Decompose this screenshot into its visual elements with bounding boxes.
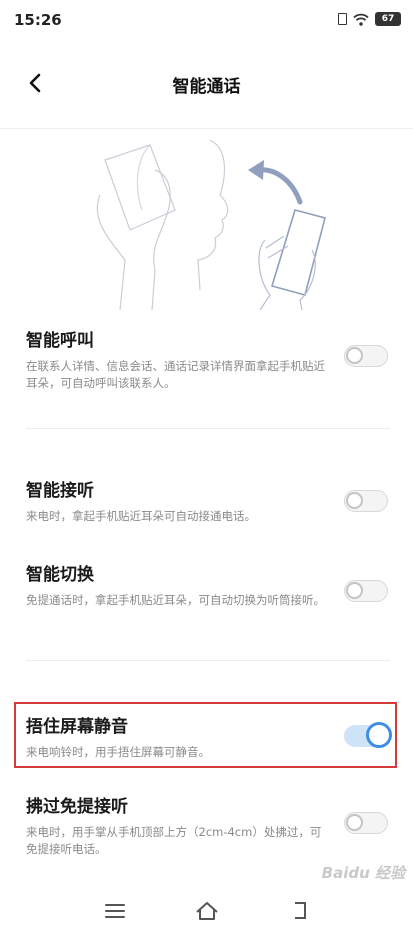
toggle-knob [346,347,363,364]
smart-answer-toggle[interactable] [344,490,388,512]
section-divider [26,428,390,429]
status-icons: 67 [338,12,401,26]
home-icon [196,902,218,920]
smart-call-toggle[interactable] [344,345,388,367]
setting-smart-answer: 智能接听 来电时，拿起手机贴近耳朵可自动接通电话。 [26,480,396,525]
bottom-nav [0,890,413,932]
setting-title: 智能切换 [26,565,94,585]
nav-back-button[interactable] [288,898,314,924]
watermark: Baidu 经验 [321,864,405,882]
setting-smart-switch: 智能切换 免提通话时，拿起手机贴近耳朵，可自动切换为听筒接听。 [26,564,396,609]
highlight-box [14,702,397,768]
toggle-knob [346,492,363,509]
toggle-knob [346,582,363,599]
home-button[interactable] [194,898,220,924]
sim-card-icon [338,13,347,25]
phone-gesture-illustration [96,140,326,310]
status-bar: 15:26 67 [0,0,413,40]
back-icon [295,902,306,919]
setting-title: 智能呼叫 [26,331,94,351]
menu-icon [105,904,125,918]
header: 智能通话 [0,60,413,106]
setting-smart-call: 智能呼叫 在联系人详情、信息会话、通话记录详情界面拿起手机贴近耳朵，可自动呼叫该… [26,330,396,392]
wifi-icon [353,13,369,26]
setting-description: 来电时，拿起手机贴近耳朵可自动接通电话。 [26,509,256,523]
setting-description: 免提通话时，拿起手机贴近耳朵，可自动切换为听筒接听。 [26,593,325,607]
header-divider [0,128,413,129]
swipe-answer-toggle[interactable] [344,812,388,834]
menu-button[interactable] [102,898,128,924]
page-title: 智能通话 [172,77,241,97]
battery-icon: 67 [375,12,401,26]
section-divider [26,660,390,661]
status-time: 15:26 [14,11,62,29]
smart-switch-toggle[interactable] [344,580,388,602]
toggle-knob [346,814,363,831]
setting-title: 拂过免提接听 [26,797,128,817]
setting-swipe-answer: 拂过免提接听 来电时，用手掌从手机顶部上方（2cm-4cm）处拂过，可免提接听电… [26,796,396,858]
setting-description: 来电时，用手掌从手机顶部上方（2cm-4cm）处拂过，可免提接听电话。 [26,825,322,856]
setting-title: 智能接听 [26,481,94,501]
setting-description: 在联系人详情、信息会话、通话记录详情界面拿起手机贴近耳朵，可自动呼叫该联系人。 [26,359,325,390]
